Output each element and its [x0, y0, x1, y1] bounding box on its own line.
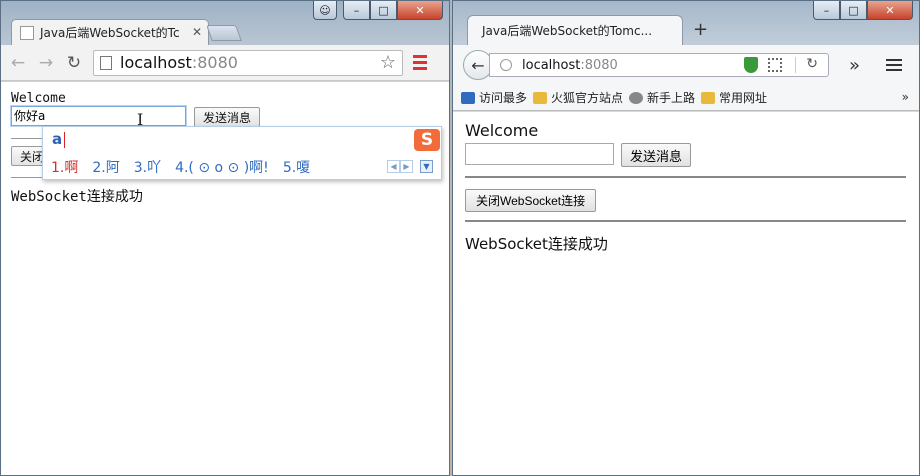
hamburger-menu-icon[interactable]: [886, 59, 903, 71]
welcome-text: Welcome: [11, 91, 66, 106]
forward-icon[interactable]: →: [35, 53, 57, 73]
bookmarks-overflow-icon[interactable]: »: [902, 90, 909, 104]
ime-candidate[interactable]: 2.阿: [92, 157, 119, 177]
ime-candidate[interactable]: 5.嗄: [283, 157, 310, 177]
ime-expand-icon[interactable]: ▼: [420, 160, 433, 173]
page-icon: [100, 55, 112, 70]
maximize-button[interactable]: □: [840, 1, 867, 20]
ime-candidate[interactable]: 1.啊: [51, 157, 78, 177]
ime-candidate-list: 1.啊 2.阿 3.吖 4.( ⊙ o ⊙ )啊! 5.嗄: [51, 157, 310, 177]
address-bar[interactable]: localhost:8080 ↻: [489, 53, 829, 77]
getting-started-icon: [629, 91, 644, 104]
sogou-ime-logo: S: [414, 129, 440, 151]
url-port: :8080: [580, 57, 618, 73]
maximize-icon: □: [848, 3, 859, 17]
chrome-window: ☺ – □ ✕ Java后端WebSocket的Tc ✕ ← → ↻ local…: [0, 0, 450, 476]
divider: [465, 176, 906, 178]
reload-icon[interactable]: ↻: [63, 53, 85, 73]
message-input[interactable]: [465, 143, 614, 165]
most-visited-icon: [461, 91, 475, 104]
user-profile-button[interactable]: ☺: [313, 1, 337, 20]
ime-next-page-icon[interactable]: ▶: [400, 160, 413, 173]
url-host: localhost: [522, 57, 581, 73]
bookmark-star-icon[interactable]: ☆: [380, 52, 396, 73]
close-icon: ✕: [415, 3, 425, 17]
urlbar-separator: [795, 57, 796, 73]
page-favicon-icon: [20, 25, 34, 40]
send-message-button[interactable]: 发送消息: [621, 143, 692, 167]
overflow-chevron-icon[interactable]: »: [849, 55, 860, 76]
browser-toolbar: ← localhost:8080 ↻ »: [453, 45, 919, 85]
ime-pager: ◀ ▶: [387, 160, 413, 173]
tab-title: Java后端WebSocket的Tomc...: [482, 24, 653, 38]
window-controls: – □ ✕: [813, 1, 913, 20]
folder-icon: [701, 91, 716, 104]
url-host: localhost: [120, 53, 192, 72]
bookmark-label: 新手上路: [647, 91, 696, 105]
bookmark-item[interactable]: 新手上路: [629, 89, 695, 106]
window-controls: ☺ – □ ✕: [313, 1, 443, 20]
minimize-button[interactable]: –: [343, 1, 370, 20]
ime-caret: [64, 132, 65, 148]
globe-icon: [500, 59, 512, 71]
ime-candidate[interactable]: 4.( ⊙ o ⊙ )啊!: [175, 157, 269, 177]
page-content: Welcome 发送消息 关闭WebSocket连接 WebSocket连接成功: [453, 112, 919, 475]
welcome-text: Welcome: [465, 121, 539, 140]
status-text: WebSocket连接成功: [465, 235, 608, 253]
bookmark-item[interactable]: 火狐官方站点: [533, 89, 623, 106]
back-icon[interactable]: ←: [7, 53, 29, 73]
divider: [465, 220, 906, 222]
maximize-button[interactable]: □: [370, 1, 397, 20]
bookmark-label: 访问最多: [479, 91, 528, 105]
browser-toolbar: ← → ↻ localhost:8080 ☆: [1, 45, 449, 81]
reload-icon[interactable]: ↻: [806, 56, 818, 72]
new-tab-icon[interactable]: +: [693, 19, 708, 40]
folder-icon: [533, 91, 548, 104]
close-window-button[interactable]: ✕: [867, 1, 913, 20]
back-icon: ←: [471, 55, 485, 75]
maximize-icon: □: [378, 3, 389, 17]
chrome-menu-icon[interactable]: [413, 55, 427, 70]
qr-code-icon[interactable]: [768, 58, 782, 72]
minimize-button[interactable]: –: [813, 1, 840, 20]
bookmark-label: 常用网址: [719, 91, 768, 105]
message-input[interactable]: 你好a: [11, 106, 186, 126]
bookmark-item[interactable]: 常用网址: [701, 89, 767, 106]
firefox-window: – □ ✕ Java后端WebSocket的Tomc... + ← localh…: [452, 0, 920, 476]
browser-tab[interactable]: Java后端WebSocket的Tomc...: [467, 15, 683, 45]
tab-title: Java后端WebSocket的Tc: [40, 26, 180, 40]
ime-prev-page-icon[interactable]: ◀: [387, 160, 400, 173]
url-port: :8080: [191, 53, 238, 72]
ime-candidate-popup: a 1.啊 2.阿 3.吖 4.( ⊙ o ⊙ )啊! 5.嗄 ◀ ▶ ▼: [42, 126, 442, 180]
security-shield-icon[interactable]: [744, 57, 758, 73]
user-icon: ☺: [319, 3, 331, 17]
close-icon: ✕: [885, 3, 895, 17]
ime-candidate[interactable]: 3.吖: [134, 157, 161, 177]
status-text: WebSocket连接成功: [11, 189, 143, 205]
ime-composition: a: [52, 130, 63, 148]
new-tab-button[interactable]: [206, 25, 242, 41]
close-websocket-button[interactable]: 关闭WebSocket连接: [465, 189, 597, 212]
minimize-icon: –: [353, 3, 360, 17]
bookmarks-toolbar: 访问最多 火狐官方站点 新手上路 常用网址 »: [453, 85, 919, 111]
bookmark-label: 火狐官方站点: [551, 91, 624, 105]
close-window-button[interactable]: ✕: [397, 1, 443, 20]
address-bar[interactable]: localhost:8080 ☆: [93, 49, 403, 76]
browser-tab[interactable]: Java后端WebSocket的Tc ✕: [11, 19, 209, 45]
tab-close-icon[interactable]: ✕: [187, 25, 202, 39]
bookmark-item[interactable]: 访问最多: [461, 89, 527, 106]
send-message-button[interactable]: 发送消息: [194, 107, 261, 127]
minimize-icon: –: [823, 3, 830, 17]
